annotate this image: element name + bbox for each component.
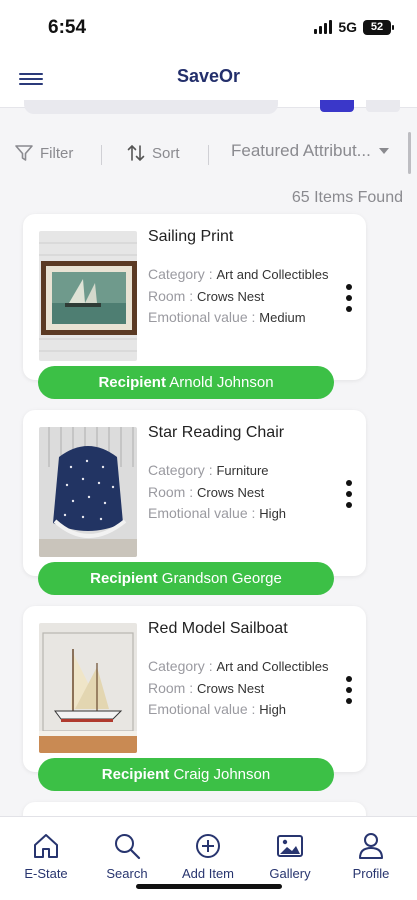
item-title: Star Reading Chair	[148, 424, 285, 441]
more-options-icon[interactable]	[346, 480, 352, 508]
tab-label: Add Item	[181, 866, 235, 881]
item-emotional-value: Emotional value : High	[148, 505, 287, 521]
plus-circle-icon	[196, 834, 220, 858]
item-photo-star-reading-chair	[39, 427, 137, 557]
status-bar: 6:54 5G 52	[0, 0, 417, 54]
item-card[interactable]: Red Model Sailboat Category : Art and Co…	[23, 606, 366, 772]
sort-button[interactable]: Sort	[126, 143, 180, 163]
item-card[interactable]: Star Reading Chair Category : Furniture …	[23, 410, 366, 576]
results-count: 65 Items Found	[291, 189, 403, 206]
item-emotional-value: Emotional value : High	[148, 701, 287, 717]
tab-search[interactable]: Search	[87, 831, 167, 881]
filter-label: Filter	[40, 144, 74, 162]
options-button[interactable]	[366, 100, 400, 112]
item-emotional-value: Emotional value : Medium	[148, 309, 306, 325]
tab-label: E-State	[24, 866, 68, 881]
status-time: 6:54	[48, 17, 87, 38]
item-photo-red-model-sailboat	[39, 623, 137, 753]
cellular-signal-icon	[314, 20, 333, 34]
featured-attribute-label: Featured Attribut...	[231, 141, 371, 160]
divider	[101, 145, 102, 165]
page-title: SaveOr	[176, 66, 241, 86]
home-indicator	[136, 884, 282, 889]
filter-button[interactable]: Filter	[14, 143, 73, 163]
recipient-badge: Recipient Craig Johnson	[38, 758, 334, 791]
item-category: Category : Art and Collectibles	[148, 658, 329, 674]
search-input[interactable]	[24, 100, 278, 114]
item-room: Room : Crows Nest	[148, 680, 265, 696]
more-options-icon[interactable]	[346, 284, 352, 312]
tab-label: Gallery	[269, 866, 311, 881]
sort-label: Sort	[152, 144, 180, 162]
filter-toolbar: Filter Sort Featured Attribut...	[0, 136, 417, 172]
item-room: Room : Crows Nest	[148, 288, 265, 304]
home-icon	[34, 834, 58, 858]
item-category: Category : Art and Collectibles	[148, 266, 329, 282]
tab-e-state[interactable]: E-State	[6, 831, 86, 881]
tab-gallery[interactable]: Gallery	[250, 831, 330, 881]
chevron-down-icon	[378, 148, 389, 154]
search-icon	[115, 834, 141, 860]
toolbar-scroll-indicator	[408, 132, 411, 174]
item-room: Room : Crows Nest	[148, 484, 265, 500]
item-title: Sailing Print	[148, 228, 234, 245]
battery-icon: 52	[363, 19, 394, 35]
more-options-icon[interactable]	[346, 676, 352, 704]
gallery-icon	[277, 835, 303, 857]
item-photo-sailing-print	[39, 231, 137, 361]
status-indicators: 5G 52	[314, 19, 394, 35]
search-button[interactable]	[320, 100, 354, 112]
item-card[interactable]: Sailing Print Category : Art and Collect…	[23, 214, 366, 380]
network-type: 5G	[338, 19, 357, 35]
featured-attribute-dropdown[interactable]: Featured Attribut...	[231, 141, 389, 161]
tab-add-item[interactable]: Add Item	[168, 831, 248, 881]
sort-icon	[127, 144, 145, 162]
profile-icon	[359, 833, 383, 859]
item-category: Category : Furniture	[148, 462, 269, 478]
filter-icon	[15, 145, 33, 161]
recipient-badge: Recipient Arnold Johnson	[38, 366, 334, 399]
divider	[208, 145, 209, 165]
tab-label: Search	[106, 866, 148, 881]
tab-profile[interactable]: Profile	[331, 831, 411, 881]
recipient-badge: Recipient Grandson George	[38, 562, 334, 595]
item-title: Red Model Sailboat	[148, 620, 288, 637]
tab-label: Profile	[352, 866, 390, 881]
